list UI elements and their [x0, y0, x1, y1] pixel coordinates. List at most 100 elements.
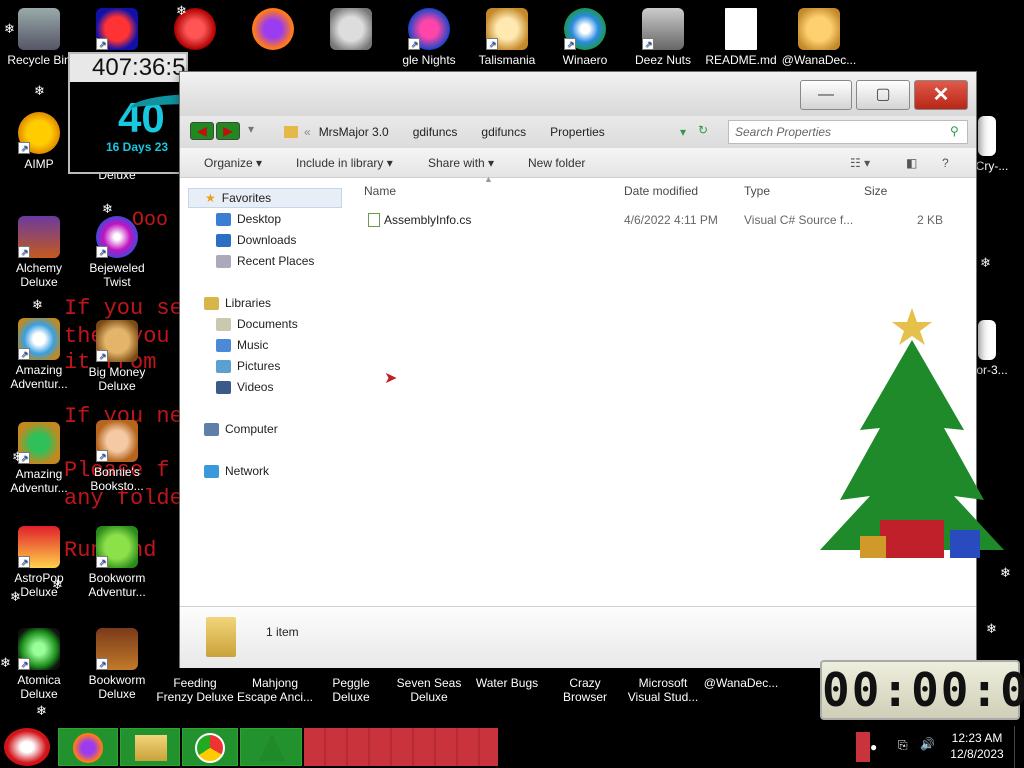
- nav-pictures[interactable]: Pictures: [216, 359, 280, 373]
- downloads-icon: [216, 233, 231, 247]
- start-button[interactable]: [4, 728, 50, 766]
- preview-pane-icon[interactable]: ◧: [906, 156, 917, 170]
- atomica-icon: ↗: [18, 628, 60, 670]
- forward-button[interactable]: ▶: [216, 122, 240, 140]
- desktop-icon-aimp[interactable]: ↗ AIMP: [0, 112, 78, 171]
- desktop-icon-label: Recycle Bin: [7, 53, 71, 67]
- taskbar-christmas-tree[interactable]: [240, 728, 302, 766]
- address-bar[interactable]: « MrsMajor 3.0 gdifuncs gdifuncs Propert…: [284, 120, 720, 144]
- include-in-library-button[interactable]: Include in library ▾: [296, 156, 393, 170]
- help-button[interactable]: ?: [942, 156, 949, 170]
- desktop-icon-winaero[interactable]: ↗ Winaero: [546, 8, 624, 67]
- desktop-icon-water-bugs[interactable]: Water Bugs: [468, 676, 546, 690]
- desktop-icon-wanadecrypt-2[interactable]: @WanaDec...: [702, 676, 780, 690]
- nav-recent-places[interactable]: Recent Places: [216, 254, 314, 268]
- nav-documents[interactable]: Documents: [216, 317, 298, 331]
- taskbar-explorer[interactable]: [120, 728, 180, 766]
- snowflake-icon: ❄: [32, 298, 43, 313]
- breadcrumb-item[interactable]: MrsMajor 3.0: [319, 125, 389, 139]
- desktop-icon-peggle[interactable]: Peggle Deluxe: [312, 676, 390, 704]
- refresh-icon[interactable]: ↻: [698, 123, 708, 137]
- breadcrumb-overflow-icon[interactable]: «: [304, 125, 311, 139]
- snowflake-icon: ❄: [176, 4, 187, 19]
- column-header-date[interactable]: Date modified: [624, 184, 698, 198]
- desktop-icon-wanadecrypt[interactable]: @WanaDec...: [780, 8, 858, 67]
- search-input[interactable]: Search Properties: [728, 120, 968, 144]
- desktop-icon-readme[interactable]: README.md: [702, 8, 780, 67]
- nav-videos[interactable]: Videos: [216, 380, 273, 394]
- back-button[interactable]: ◀: [190, 122, 214, 140]
- desktop-icon-firefox[interactable]: [234, 8, 312, 53]
- organize-button[interactable]: Organize ▾: [204, 156, 262, 170]
- taskbar-clock[interactable]: 12:23 AM 12/8/2023: [944, 730, 1010, 762]
- show-hidden-icons-button[interactable]: [856, 732, 870, 762]
- snowflake-icon: ❄: [10, 590, 21, 605]
- desktop-icon: [216, 212, 231, 226]
- desktop-icon-visual-studio[interactable]: Microsoft Visual Stud...: [624, 676, 702, 704]
- desktop-icon-alchemy[interactable]: ↗ Alchemy Deluxe: [0, 216, 78, 289]
- taskbar-chrome[interactable]: [182, 728, 238, 766]
- christmas-countdown-widget[interactable]: 407:36:58 Christm 40 16 Days 23: [68, 52, 188, 174]
- view-options-icon[interactable]: ☷ ▾: [850, 156, 870, 170]
- tray-dot-icon[interactable]: ●: [870, 740, 877, 754]
- breadcrumb-item[interactable]: gdifuncs: [413, 125, 458, 139]
- breadcrumb-item[interactable]: gdifuncs: [481, 125, 526, 139]
- share-with-button[interactable]: Share with ▾: [428, 156, 494, 170]
- new-folder-button[interactable]: New folder: [528, 156, 585, 170]
- desktop-icon-deez-nuts[interactable]: ↗ Deez Nuts: [624, 8, 702, 67]
- desktop-icon-astropop[interactable]: ↗ AstroPop Deluxe: [0, 526, 78, 599]
- nav-label: Music: [237, 338, 269, 352]
- network-icon: [204, 464, 219, 478]
- taskbar-firefox[interactable]: [58, 728, 118, 766]
- nav-favorites[interactable]: ★ Favorites: [188, 188, 342, 208]
- search-icon[interactable]: ⚲: [950, 124, 959, 138]
- desktop-icon-seven-seas[interactable]: Seven Seas Deluxe: [390, 676, 468, 704]
- desktop-icon-talismania[interactable]: ↗ Talismania: [468, 8, 546, 67]
- desktop-icon-crazy-browser[interactable]: Crazy Browser: [546, 676, 624, 704]
- desktop-icon-atomica[interactable]: ↗ Atomica Deluxe: [0, 628, 78, 701]
- desktop-icon-mahjong[interactable]: Mahjong Escape Anci...: [236, 676, 314, 704]
- minimize-button[interactable]: —: [800, 80, 852, 110]
- column-header-name[interactable]: Name: [364, 184, 396, 198]
- nav-computer[interactable]: Computer: [204, 422, 278, 436]
- digital-clock-widget[interactable]: 00:00:00: [820, 660, 1024, 720]
- desktop-icon-yeti[interactable]: [312, 8, 390, 53]
- desktop-icon-big-money[interactable]: ↗ Big Money Deluxe: [78, 320, 156, 393]
- nav-music[interactable]: Music: [216, 338, 268, 352]
- nav-network[interactable]: Network: [204, 464, 269, 478]
- column-header-type[interactable]: Type: [744, 184, 770, 198]
- nav-downloads[interactable]: Downloads: [216, 233, 296, 247]
- organize-label: Organize: [204, 156, 253, 170]
- computer-icon: [204, 422, 219, 436]
- desktop-icon-feeding-frenzy[interactable]: Feeding Frenzy Deluxe: [156, 676, 234, 704]
- recent-pages-chevron-icon[interactable]: ▾: [248, 122, 254, 136]
- desktop-icon-game[interactable]: ↗: [78, 8, 156, 53]
- file-row[interactable]: AssemblyInfo.cs 4/6/2022 4:11 PM Visual …: [360, 211, 960, 231]
- desktop-icon-bookworm-deluxe[interactable]: ↗ Bookworm Deluxe: [78, 628, 156, 701]
- taskbar-running-programs[interactable]: [304, 728, 498, 766]
- network-tray-icon[interactable]: ⎘: [898, 738, 908, 753]
- maximize-button[interactable]: ▢: [856, 80, 910, 110]
- desktop-icon-amazing-adventures[interactable]: ↗ Amazing Adventur...: [0, 318, 78, 391]
- bejeweled-icon: ↗: [96, 216, 138, 258]
- breadcrumb-item[interactable]: Properties: [550, 125, 605, 139]
- desktop-icon-jungle-nights[interactable]: ↗ gle Nights: [390, 8, 468, 67]
- column-header-size[interactable]: Size: [864, 184, 887, 198]
- desktop-icon-red-ball[interactable]: [156, 8, 234, 53]
- desktop-icon-label: Big Money Deluxe: [88, 365, 146, 393]
- desktop-icon-recycle-bin[interactable]: Recycle Bin: [0, 8, 78, 67]
- clock-date: 12/8/2023: [950, 747, 1004, 761]
- desktop-icon-bejeweled[interactable]: ↗ Bejeweled Twist: [78, 216, 156, 289]
- command-bar: Organize ▾ Include in library ▾ Share wi…: [180, 148, 976, 178]
- address-dropdown-icon[interactable]: ▾: [680, 125, 686, 139]
- firefox-icon: [252, 8, 294, 50]
- nav-desktop[interactable]: Desktop: [216, 212, 281, 226]
- desktop-icon-bookworm-adventures[interactable]: ↗ Bookworm Adventur...: [78, 526, 156, 599]
- show-desktop-button[interactable]: [1014, 726, 1024, 768]
- desktop-icon-bonnies[interactable]: ↗ Bonnie's Booksto...: [78, 420, 156, 493]
- close-button[interactable]: ✕: [914, 80, 968, 110]
- nav-libraries[interactable]: Libraries: [204, 296, 271, 310]
- explorer-window[interactable]: — ▢ ✕ ◀ ▶ ▾ « MrsMajor 3.0 gdifuncs gdif…: [179, 71, 1004, 668]
- volume-icon[interactable]: 🔊: [920, 737, 935, 751]
- snowflake-icon: ❄: [102, 202, 113, 217]
